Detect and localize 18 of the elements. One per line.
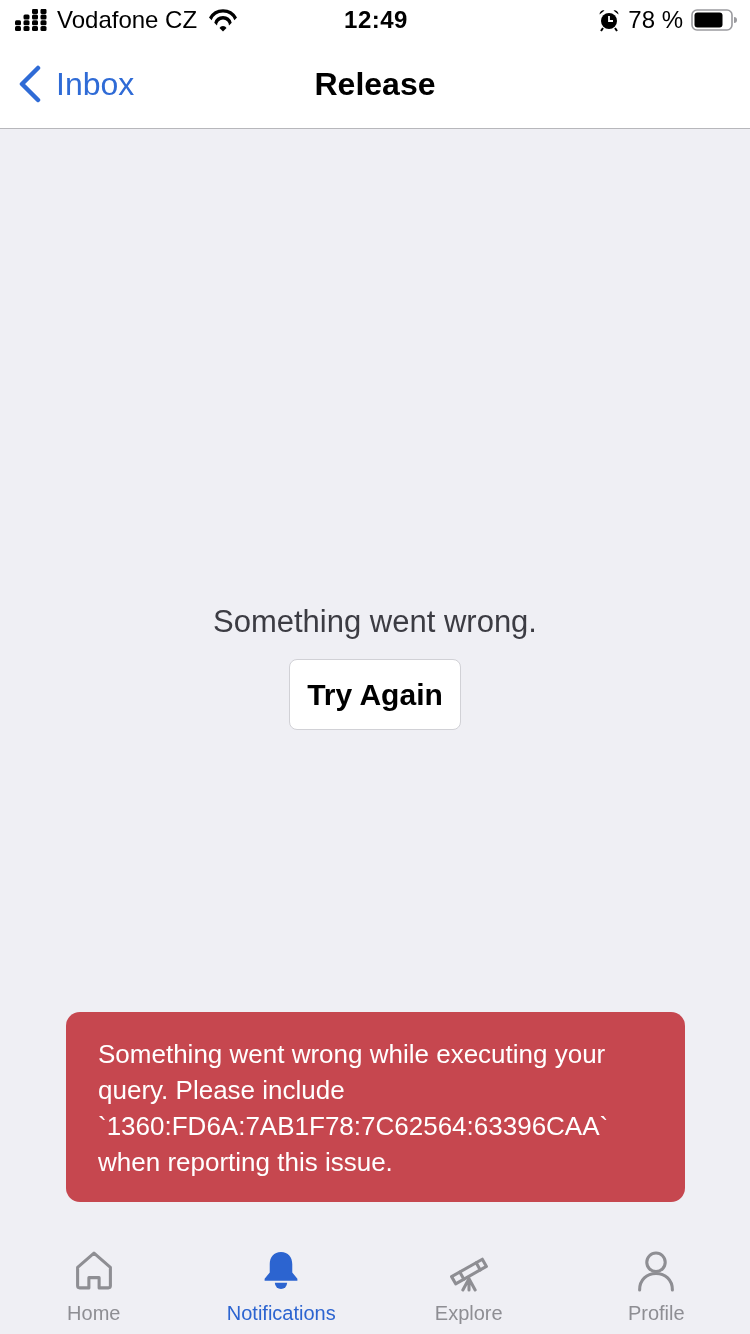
error-toast: Something went wrong while executing your query. Please include `1360:FD6A:7AB1F78:7C62564:63396CAA` when reporting this issue.	[66, 1012, 685, 1202]
clock-time: 12:49	[344, 5, 408, 35]
wifi-icon	[207, 8, 240, 32]
tab-bar-item[interactable]: Profile	[562, 1240, 750, 1334]
screen-title: Release	[314, 66, 436, 102]
error-message: Something went wrong.	[213, 602, 537, 641]
tab-bar-item[interactable]: Home	[0, 1240, 188, 1334]
try-again-button[interactable]: Try Again	[289, 659, 461, 731]
carrier-name: Vodafone CZ	[57, 5, 198, 35]
back-label: Inbox	[56, 65, 135, 104]
tab-bar-item[interactable]: Notifications	[187, 1240, 375, 1334]
alarm-clock-icon	[598, 8, 621, 32]
back-button[interactable]: Inbox	[18, 60, 135, 108]
signal-icon	[15, 9, 47, 31]
battery-icon	[691, 9, 737, 31]
back-chevron-icon	[18, 65, 42, 103]
tab-bar-item[interactable]: Explore	[375, 1240, 563, 1334]
battery-percentage: 78 %	[628, 5, 683, 35]
